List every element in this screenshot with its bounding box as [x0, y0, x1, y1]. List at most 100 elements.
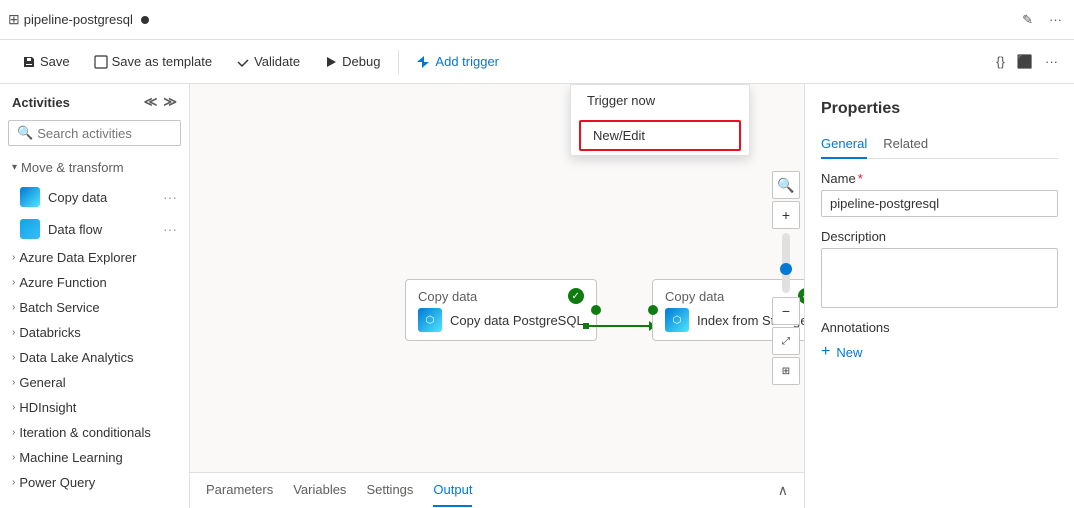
- description-textarea[interactable]: [821, 248, 1058, 308]
- debug-label: Debug: [342, 54, 380, 69]
- category-label: HDInsight: [19, 400, 76, 415]
- zoom-out-btn[interactable]: −: [772, 297, 800, 325]
- toolbar-right: {} ⬛ ···: [992, 50, 1062, 74]
- sidebar-item-hdinsight[interactable]: › HDInsight: [0, 395, 189, 420]
- prop-tab-related[interactable]: Related: [883, 130, 928, 159]
- sidebar-item-azure-data-explorer[interactable]: › Azure Data Explorer: [0, 245, 189, 270]
- sidebar-item-databricks[interactable]: › Databricks: [0, 320, 189, 345]
- search-canvas-btn[interactable]: 🔍: [772, 171, 800, 199]
- fit-view-btn[interactable]: ⤢: [772, 327, 800, 355]
- tab-parameters[interactable]: Parameters: [206, 474, 273, 507]
- connector-line: [589, 325, 649, 327]
- trigger-now-option[interactable]: Trigger now: [571, 85, 749, 116]
- code-icon-btn[interactable]: {}: [992, 50, 1009, 74]
- category-label: General: [19, 375, 65, 390]
- add-trigger-button[interactable]: Add trigger: [407, 48, 509, 75]
- zoom-thumb: [780, 263, 792, 275]
- search-input[interactable]: [37, 126, 172, 141]
- node-icon-1: [418, 308, 442, 332]
- section-label-text: Move & transform: [21, 160, 124, 175]
- node-type-label-2: Copy data: [665, 289, 724, 304]
- tab-settings[interactable]: Settings: [366, 474, 413, 507]
- zoom-slider[interactable]: [782, 233, 790, 293]
- layout-btn[interactable]: ⊞: [772, 357, 800, 385]
- annotations-label: Annotations: [821, 320, 1058, 335]
- tab-variables[interactable]: Variables: [293, 474, 346, 507]
- zoom-in-btn[interactable]: +: [772, 201, 800, 229]
- debug-icon: [324, 55, 338, 69]
- more-options-btn[interactable]: ···: [1045, 8, 1066, 31]
- top-bar-right: ✎ ···: [1018, 8, 1066, 32]
- debug-button[interactable]: Debug: [314, 48, 390, 75]
- name-field-input[interactable]: [821, 190, 1058, 217]
- properties-panel: Properties General Related Name * Descri…: [804, 84, 1074, 508]
- description-field-label: Description: [821, 229, 1058, 244]
- sidebar-item-power-query[interactable]: › Power Query: [0, 470, 189, 495]
- chevron-right-icon: ›: [12, 452, 15, 463]
- category-label: Power Query: [19, 475, 95, 490]
- chevron-right-icon: ›: [12, 402, 15, 413]
- monitor-icon-btn[interactable]: ⬛: [1013, 50, 1037, 74]
- tab-output[interactable]: Output: [433, 474, 472, 507]
- sidebar-item-batch-service[interactable]: › Batch Service: [0, 295, 189, 320]
- tab-area: ⊞ pipeline-postgresql: [8, 11, 149, 28]
- expand-icon[interactable]: ≫: [163, 94, 177, 110]
- node-success-1: [568, 288, 584, 304]
- validate-label: Validate: [254, 54, 300, 69]
- chevron-right-icon: ›: [12, 302, 15, 313]
- node-body-1: Copy data PostgreSQL: [418, 308, 584, 332]
- save-button[interactable]: Save: [12, 48, 80, 75]
- category-label: Azure Data Explorer: [19, 250, 136, 265]
- sidebar-item-iteration-conditionals[interactable]: › Iteration & conditionals: [0, 420, 189, 445]
- node-port-right-1: [591, 305, 601, 315]
- chevron-right-icon: ›: [12, 277, 15, 288]
- category-label: Iteration & conditionals: [19, 425, 151, 440]
- toolbar: Save Save as template Validate Debug Add…: [0, 40, 1074, 84]
- new-edit-option[interactable]: New/Edit: [579, 120, 741, 151]
- save-as-template-button[interactable]: Save as template: [84, 48, 222, 75]
- collapse-icon[interactable]: ≪: [144, 94, 158, 110]
- search-box: 🔍: [8, 120, 181, 146]
- canvas-node-1[interactable]: Copy data Copy data PostgreSQL: [405, 279, 597, 341]
- name-field-label: Name *: [821, 171, 1058, 186]
- activity-item-data-flow[interactable]: Data flow ···: [0, 213, 189, 245]
- copy-data-label: Copy data: [48, 190, 155, 205]
- data-flow-icon: [20, 219, 40, 239]
- node-header-1: Copy data: [418, 288, 584, 304]
- canvas-area: Trigger now New/Edit Copy data Copy data…: [190, 84, 804, 508]
- add-annotation-button[interactable]: + New: [821, 343, 1058, 361]
- category-label: Machine Learning: [19, 450, 122, 465]
- sidebar-item-machine-learning[interactable]: › Machine Learning: [0, 445, 189, 470]
- properties-title: Properties: [821, 100, 1058, 118]
- sidebar-item-azure-function[interactable]: › Azure Function: [0, 270, 189, 295]
- sidebar-section-move-transform[interactable]: ▾ Move & transform: [0, 154, 189, 181]
- zoom-controls: 🔍 + − ⤢ ⊞: [772, 171, 800, 385]
- top-bar: ⊞ pipeline-postgresql ✎ ···: [0, 0, 1074, 40]
- category-label: Azure Function: [19, 275, 106, 290]
- sidebar-item-data-lake-analytics[interactable]: › Data Lake Analytics: [0, 345, 189, 370]
- sidebar-item-general[interactable]: › General: [0, 370, 189, 395]
- save-template-icon: [94, 55, 108, 69]
- copy-data-dots: ···: [163, 189, 177, 205]
- prop-tab-general[interactable]: General: [821, 130, 867, 159]
- tab-title: pipeline-postgresql: [24, 12, 133, 27]
- chevron-right-icon: ›: [12, 327, 15, 338]
- chevron-right-icon: ›: [12, 477, 15, 488]
- category-label: Batch Service: [19, 300, 99, 315]
- sidebar-header: Activities ≪ ≫: [0, 84, 189, 120]
- toolbar-more-btn[interactable]: ···: [1041, 50, 1062, 74]
- chevron-down-icon: ▾: [12, 162, 17, 173]
- canvas-main[interactable]: Trigger now New/Edit Copy data Copy data…: [190, 84, 804, 472]
- save-label: Save: [40, 54, 70, 69]
- grid-icon: ⊞: [8, 11, 20, 28]
- data-flow-dots: ···: [163, 221, 177, 237]
- activity-item-copy-data[interactable]: Copy data ···: [0, 181, 189, 213]
- trigger-icon: [417, 55, 431, 69]
- validate-button[interactable]: Validate: [226, 48, 310, 75]
- edit-icon-btn[interactable]: ✎: [1018, 8, 1037, 32]
- category-label: Data Lake Analytics: [19, 350, 133, 365]
- node-icon-2: [665, 308, 689, 332]
- node-type-label-1: Copy data: [418, 289, 477, 304]
- close-bottom-panel[interactable]: ∧: [778, 482, 788, 499]
- new-label: New: [836, 345, 862, 360]
